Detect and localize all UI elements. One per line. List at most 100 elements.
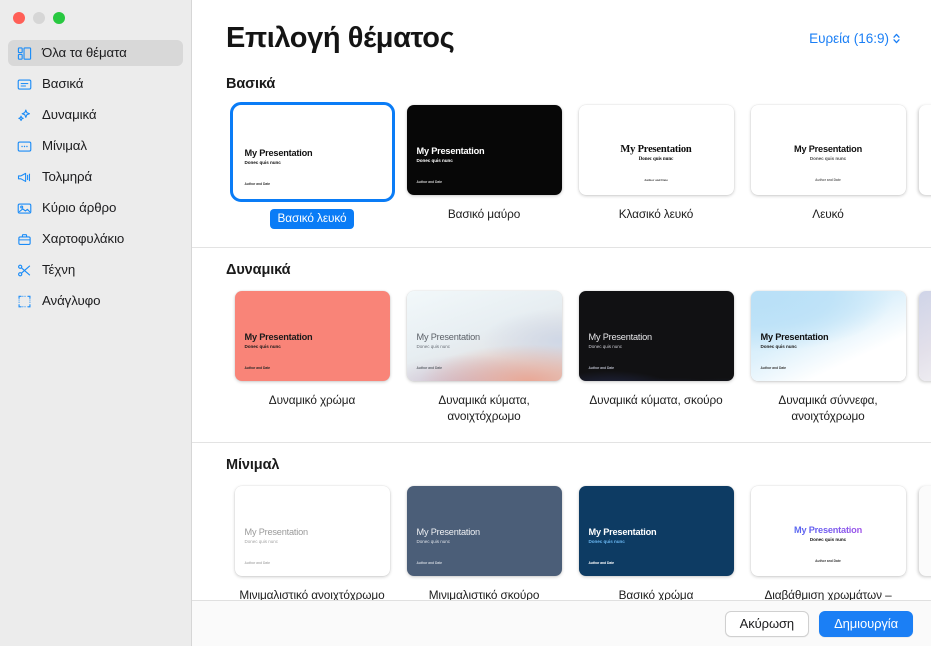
theme-thumbnail[interactable]: My Presentation Donec quis nunc Author a… <box>404 483 565 579</box>
slide-subtitle: Donec quis nunc <box>244 538 279 544</box>
theme-thumbnail[interactable]: My Presentation Donec quis nunc Author a… <box>748 483 909 579</box>
zoom-window-button[interactable] <box>53 12 65 24</box>
theme-section-minimal: Μίνιμαλ My Presentation Donec quis nunc … <box>192 443 931 600</box>
theme-name: Βασικό χρώμα <box>618 587 694 600</box>
theme-thumbnail-partial[interactable] <box>919 485 931 576</box>
slide-title: My Presentation <box>588 332 653 343</box>
slide-preview: My Presentation Donec quis nunc Author a… <box>235 107 390 197</box>
slide-footer: Author and Date <box>416 366 443 371</box>
theme-scroll-area[interactable]: Βασικά My Presentation Donec quis nunc A… <box>192 76 931 600</box>
theme-name: Κλασικό λευκό <box>618 207 694 221</box>
create-button[interactable]: Δημιουργία <box>819 610 913 637</box>
slide-title: My Presentation <box>751 525 906 535</box>
theme-name: Δυναμικά κύματα, σκούρο <box>589 393 723 408</box>
photo-icon <box>16 200 33 217</box>
slide-title: My Presentation <box>588 526 657 537</box>
theme-card-minimal-light[interactable]: My Presentation Donec quis nunc Author a… <box>226 483 398 600</box>
slide-preview: My Presentation Donec quis nunc Author a… <box>579 486 734 576</box>
sidebar-item-label: Δυναμικά <box>42 107 97 123</box>
theme-card-dynamic-waves-light[interactable]: My Presentation Donec quis nunc Author a… <box>398 288 570 424</box>
slide-title: My Presentation <box>620 144 692 155</box>
theme-name: Μινιμαλιστικό ανοιχτόχρωμο <box>239 587 385 600</box>
slide-footer: Author and Date <box>416 560 443 565</box>
theme-thumbnail[interactable]: My Presentation Donec quis nunc Author a… <box>232 483 393 579</box>
theme-thumbnail[interactable]: My Presentation Donec quis nunc Author a… <box>232 288 393 384</box>
slide-title: My Presentation <box>244 332 313 343</box>
aspect-ratio-picker[interactable]: Ευρεία (16:9) <box>809 31 901 46</box>
resize-grip[interactable] <box>919 634 929 644</box>
sidebar-item-dynamic[interactable]: Δυναμικά <box>8 102 183 128</box>
sidebar: Όλα τα θέματα Βασικά Δυναμικά Μίνιμαλ Το… <box>0 0 192 646</box>
theme-card-dynamic-clouds-light[interactable]: My Presentation Donec quis nunc Author a… <box>742 288 914 424</box>
slide-subtitle: Donec quis nunc <box>416 538 451 544</box>
theme-card-basic-black[interactable]: My Presentation Donec quis nunc Author a… <box>398 102 570 229</box>
slide-title: My Presentation <box>416 146 485 156</box>
theme-card-basic-white[interactable]: My Presentation Donec quis nunc Author a… <box>226 102 398 230</box>
theme-card-basic-color[interactable]: My Presentation Donec quis nunc Author a… <box>570 483 742 600</box>
scissors-icon <box>16 262 33 279</box>
theme-chooser-window: Όλα τα θέματα Βασικά Δυναμικά Μίνιμαλ Το… <box>0 0 931 646</box>
slide-preview: My Presentation Donec quis nunc Author a… <box>235 291 390 381</box>
slide-subtitle: Donec quis nunc <box>244 160 281 165</box>
section-title: Βασικά <box>226 76 276 92</box>
theme-card-color-gradient-light[interactable]: My Presentation Donec quis nunc Author a… <box>742 483 914 600</box>
sidebar-item-all-themes[interactable]: Όλα τα θέματα <box>8 40 183 66</box>
cancel-button[interactable]: Ακύρωση <box>724 610 810 637</box>
page-title: Επιλογή θέματος <box>226 21 455 54</box>
dialog-footer: Ακύρωση Δημιουργία <box>192 600 931 646</box>
slide-footer: Author and Date <box>760 366 787 371</box>
theme-thumbnail[interactable]: My Presentation Donec quis nunc Author a… <box>404 288 565 384</box>
sidebar-item-label: Χαρτοφυλάκιο <box>42 231 125 247</box>
theme-name: Δυναμικό χρώμα <box>268 393 356 408</box>
sidebar-item-basic[interactable]: Βασικά <box>8 71 183 97</box>
sidebar-item-bold[interactable]: Τολμηρά <box>8 164 183 190</box>
slide-footer: Author and Date <box>644 178 668 182</box>
close-window-button[interactable] <box>13 12 25 24</box>
sidebar-item-art[interactable]: Τέχνη <box>8 257 183 283</box>
theme-thumbnail[interactable]: My Presentation Donec quis nunc Author a… <box>229 102 395 202</box>
theme-row: My Presentation Donec quis nunc Author a… <box>192 288 931 424</box>
slide-footer: Author and Date <box>588 560 615 565</box>
theme-card-dynamic-color[interactable]: My Presentation Donec quis nunc Author a… <box>226 288 398 424</box>
section-title: Δυναμικά <box>226 262 291 279</box>
slide-footer: Author and Date <box>588 366 615 371</box>
theme-thumbnail[interactable]: My Presentation Donec quis nunc Author a… <box>748 288 909 384</box>
aspect-ratio-label: Ευρεία (16:9) <box>809 30 889 46</box>
main-panel: Επιλογή θέματος Ευρεία (16:9) Βασικά My … <box>192 0 931 646</box>
sidebar-item-label: Κύριο άρθρο <box>42 200 117 216</box>
sidebar-item-label: Μίνιμαλ <box>42 138 87 154</box>
theme-card-minimal-dark[interactable]: My Presentation Donec quis nunc Author a… <box>398 483 570 600</box>
slide-subtitle: Donec quis nunc <box>809 536 847 542</box>
sidebar-item-relief[interactable]: Ανάγλυφο <box>8 288 183 314</box>
sidebar-item-label: Όλα τα θέματα <box>42 45 127 61</box>
slide-preview: My Presentation Donec quis nunc Author a… <box>407 105 562 195</box>
slide-dots-icon <box>16 138 33 155</box>
window-controls <box>0 0 191 32</box>
theme-thumbnail[interactable]: My Presentation Donec quis nunc Author a… <box>748 102 909 198</box>
minimize-window-button[interactable] <box>33 12 45 24</box>
theme-name: Βασικό λευκό <box>269 209 355 230</box>
theme-thumbnail[interactable]: My Presentation Donec quis nunc Author a… <box>576 102 737 198</box>
briefcase-icon <box>16 231 33 248</box>
theme-card-white[interactable]: My Presentation Donec quis nunc Author a… <box>742 102 914 229</box>
sidebar-item-label: Βασικά <box>42 76 84 92</box>
slide-footer: Author and Date <box>244 366 271 371</box>
sidebar-item-label: Ανάγλυφο <box>42 293 101 309</box>
theme-card-classic-white[interactable]: My Presentation Donec quis nunc Author a… <box>570 102 742 229</box>
slide-preview: My Presentation Donec quis nunc Author a… <box>751 486 906 576</box>
theme-thumbnail[interactable]: My Presentation Donec quis nunc Author a… <box>576 483 737 579</box>
slide-subtitle: Donec quis nunc <box>809 156 847 161</box>
slide-footer: Author and Date <box>244 560 271 565</box>
theme-thumbnail[interactable]: My Presentation Donec quis nunc Author a… <box>404 102 565 198</box>
theme-thumbnail-partial[interactable] <box>919 105 931 195</box>
theme-thumbnail-partial[interactable] <box>919 291 931 382</box>
theme-thumbnail[interactable]: My Presentation Donec quis nunc Author a… <box>576 288 737 384</box>
slide-subtitle: Donec quis nunc <box>588 538 625 544</box>
sidebar-item-minimal[interactable]: Μίνιμαλ <box>8 133 183 159</box>
slide-title: My Presentation <box>416 332 481 343</box>
slide-footer: Author and Date <box>815 178 841 182</box>
section-title: Μίνιμαλ <box>226 456 280 473</box>
theme-card-dynamic-waves-dark[interactable]: My Presentation Donec quis nunc Author a… <box>570 288 742 424</box>
sidebar-item-editorial[interactable]: Κύριο άρθρο <box>8 195 183 221</box>
sidebar-item-portfolio[interactable]: Χαρτοφυλάκιο <box>8 226 183 252</box>
